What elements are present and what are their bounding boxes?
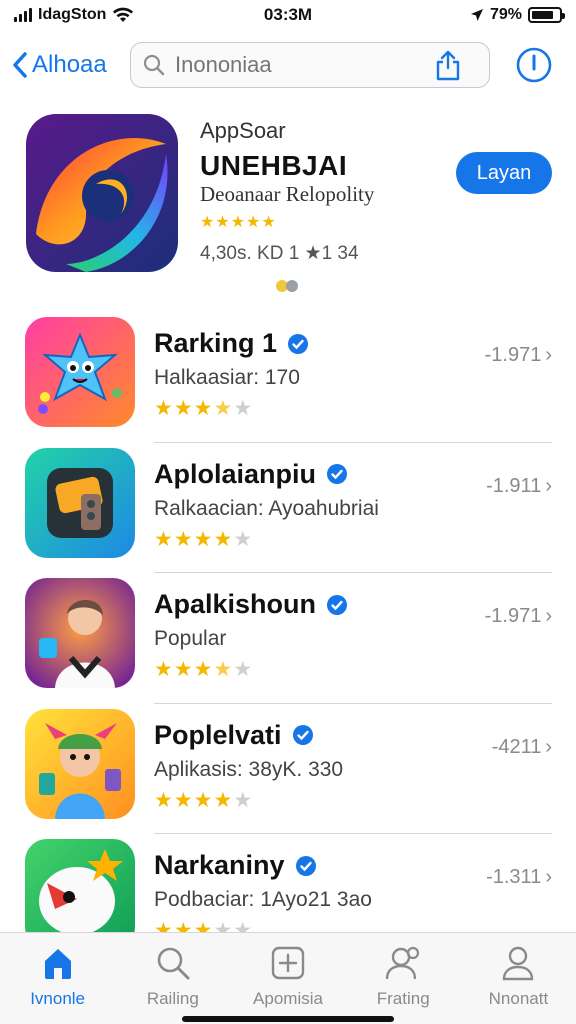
app-title: Apalkishoun [154,589,317,619]
app-description: Ralkaacian: Ayoahubriai [154,496,379,520]
signal-icon [14,8,32,22]
battery-percent: 79% [489,6,522,23]
tab-updates[interactable]: Frating [346,933,461,1024]
app-list: Rarking 1 Halkaasiar: 170 ★★★★★ -1.971 › … [0,312,576,965]
tab-search[interactable]: Railing [115,933,230,1024]
verified-badge-icon [327,594,348,615]
tab-home[interactable]: Ivnonle [0,933,115,1024]
verified-badge-icon [327,464,347,484]
app-icon [25,317,135,427]
app-rating-stars: ★★★★★ [154,788,254,812]
battery-icon [528,7,565,23]
share-icon[interactable] [435,49,461,81]
featured-app-name: UNEHBJAI [200,150,348,181]
back-label: Alhoaa [32,51,107,78]
app-rating-stars: ★★★★★ [154,658,254,681]
verified-badge-icon [292,725,313,745]
rank-value: -1.311 [486,866,542,888]
app-title: Poplelvati [154,719,282,750]
featured-meta: 4,30s. KD 1 ★1 34 [200,243,359,264]
app-rank: -1.971 › [485,344,552,367]
people-icon [384,943,422,983]
app-icon [25,447,135,558]
list-item[interactable]: Apalkishoun Popular ★★★★★ -1.971 › [0,573,576,704]
page-indicator [276,280,298,292]
info-button[interactable] [516,47,552,83]
chevron-right-icon: › [545,605,552,627]
app-rank: -1.311 › [486,866,552,889]
navigation-bar: Alhoaa [0,38,576,92]
add-square-icon [270,943,306,983]
search-icon [143,54,165,76]
search-input[interactable] [175,52,435,78]
tab-bar: Ivnonle Railing Apomisia Frating Nnonatt [0,932,576,1024]
featured-app-icon [26,114,178,272]
tab-apps[interactable]: Apomisia [230,933,345,1024]
back-button[interactable]: Alhoaa [12,51,130,79]
tab-label: Frating [376,989,430,1008]
rank-value: -4211 [491,735,542,758]
tab-account[interactable]: Nnonatt [461,933,576,1024]
verified-badge-icon [288,333,309,354]
chevron-right-icon: › [545,474,552,497]
app-rating-stars: ★★★★★ [154,527,254,551]
chevron-right-icon: › [545,344,552,366]
app-title: Aplolaianpiu [154,458,316,489]
tab-label: Ivnonle [30,989,86,1008]
featured-subtitle: Deoanaar Relopolity [200,182,375,206]
app-title: Rarking 1 [154,328,278,358]
info-icon [516,47,552,83]
app-rank: -1.971 › [485,605,552,628]
search-bar[interactable] [130,42,490,88]
featured-kicker: AppSoar [200,118,286,143]
chevron-right-icon: › [545,735,552,758]
app-title-row: Rarking 1 [154,328,309,359]
get-button[interactable]: Layan [456,152,552,194]
app-icon [25,578,135,688]
app-rank: -1.911 › [486,475,552,498]
app-title-row: Narkaniny [154,850,317,881]
home-icon [42,943,74,983]
app-description: Halkaasiar: 170 [154,366,300,389]
list-item[interactable]: Aplolaianpiu Ralkaacian: Ayoahubriai ★★★… [0,443,576,573]
verified-badge-icon [295,855,316,876]
app-title-row: Aplolaianpiu [154,459,348,490]
clock: 03:3M [263,5,313,24]
wifi-icon [113,7,134,22]
rank-value: -1.971 [484,344,542,366]
rank-value: -1.971 [484,605,542,627]
rank-value: -1.911 [486,474,542,497]
app-description: Popular [154,627,227,650]
tab-label: Apomisia [253,989,323,1008]
featured-rating-stars: ★★★★★ [200,214,277,231]
home-indicator[interactable] [182,1016,394,1022]
list-item[interactable]: Poplelvati Aplikasis: 38yK. 330 ★★★★★ -4… [0,704,576,834]
app-rank: -4211 › [492,736,552,759]
app-title: Narkaniny [154,850,285,880]
app-title-row: Apalkishoun [154,589,348,620]
tab-label: Nnonatt [488,989,549,1008]
search-icon [155,943,191,983]
location-icon [470,9,483,21]
app-description: Aplikasis: 38yK. 330 [154,757,344,781]
list-item[interactable]: Rarking 1 Halkaasiar: 170 ★★★★★ -1.971 › [0,312,576,443]
app-rating-stars: ★★★★★ [154,397,254,420]
carrier-label: IdagSton [38,6,107,23]
app-title-row: Poplelvati [154,720,314,751]
tab-label: Railing [146,989,199,1008]
chevron-right-icon: › [545,866,552,888]
app-icon [25,708,135,819]
person-icon [501,943,535,983]
featured-app-card[interactable]: AppSoar UNEHBJAI Deoanaar Relopolity ★★★… [0,112,576,302]
status-bar: IdagSton 03:3M 79% [0,0,576,30]
chevron-left-icon [13,52,27,78]
app-description: Podbaciar: 1Ayo21 3ao [154,888,372,911]
